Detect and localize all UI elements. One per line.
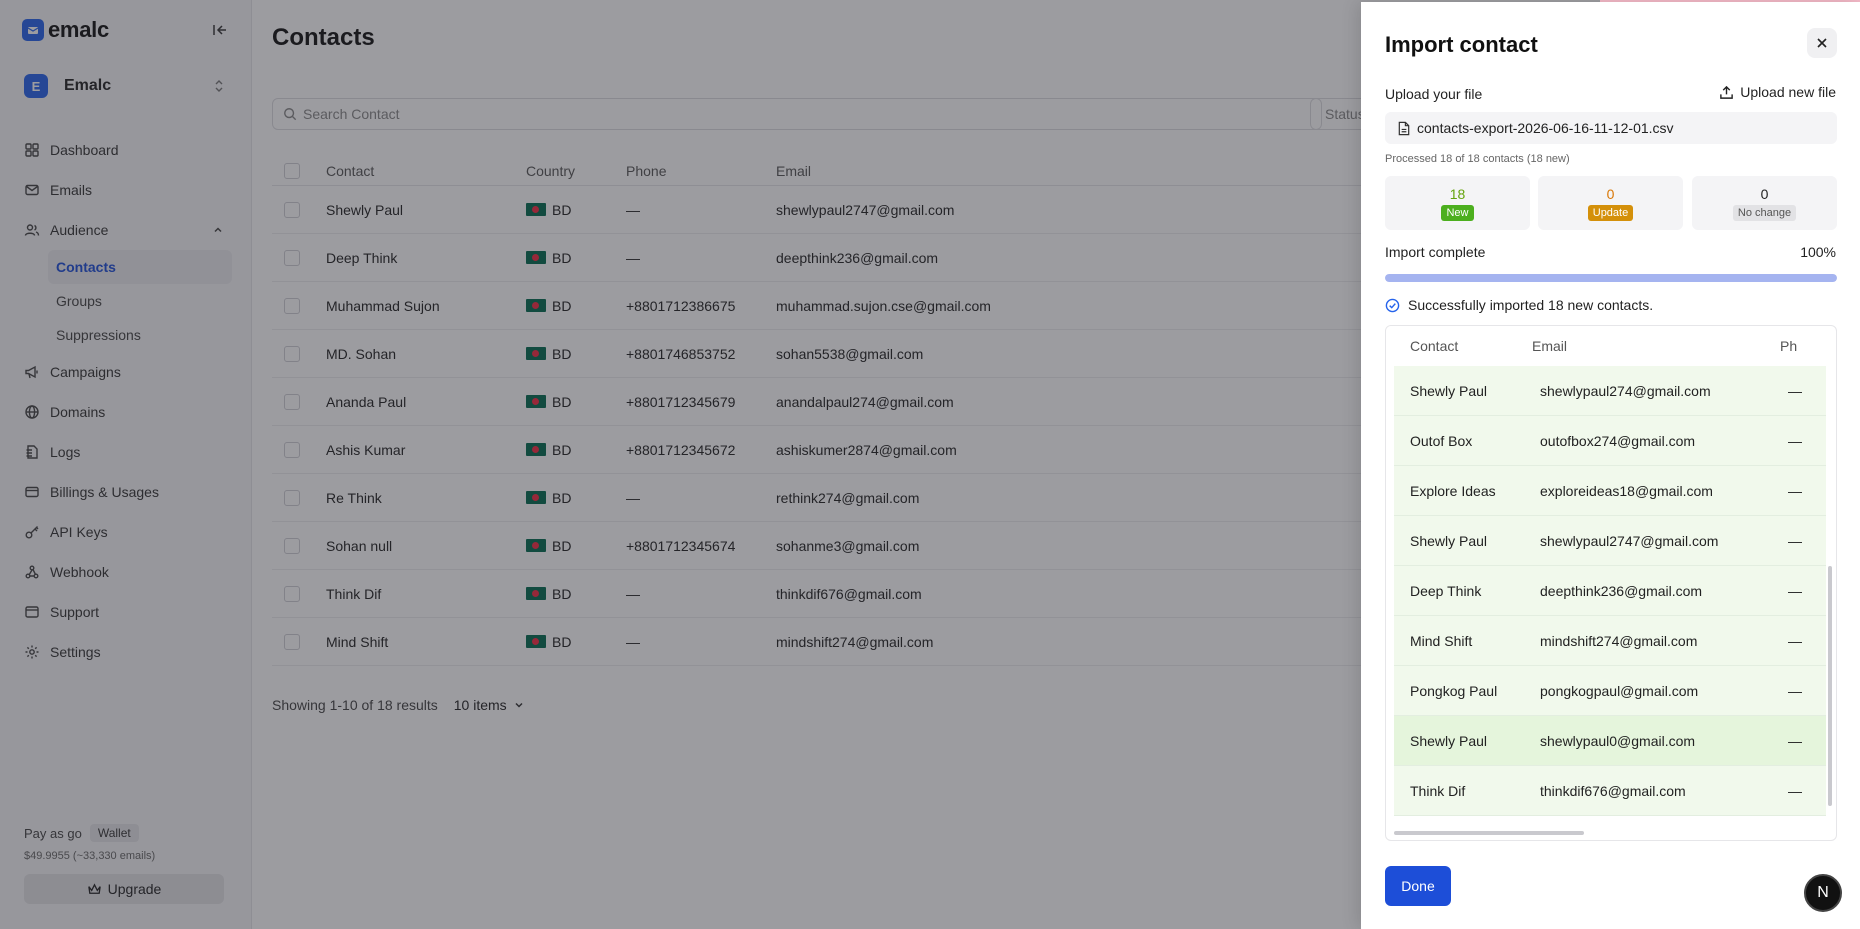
result-row[interactable]: Pongkog Paul pongkogpaul@gmail.com —	[1394, 666, 1826, 716]
result-contact-phone: —	[1788, 482, 1802, 499]
horizontal-scrollbar[interactable]	[1394, 831, 1584, 835]
result-contact-email: shewlypaul2747@gmail.com	[1540, 532, 1719, 549]
result-contact-email: exploreideas18@gmail.com	[1540, 482, 1713, 499]
upload-new-file-button[interactable]: Upload new file	[1719, 84, 1836, 100]
result-row[interactable]: Shewly Paul shewlypaul0@gmail.com —	[1394, 716, 1826, 766]
selected-file: contacts-export-2026-06-16-11-12-01.csv	[1385, 112, 1837, 144]
check-circle-icon	[1385, 298, 1400, 312]
close-icon	[1817, 38, 1827, 48]
success-message: Successfully imported 18 new contacts.	[1385, 297, 1653, 313]
result-contact-email: deepthink236@gmail.com	[1540, 582, 1703, 599]
result-contact-phone: —	[1788, 432, 1802, 449]
file-name: contacts-export-2026-06-16-11-12-01.csv	[1417, 120, 1674, 136]
processed-text: Processed 18 of 18 contacts (18 new)	[1385, 153, 1570, 165]
stat-no-change-value: 0	[1760, 185, 1769, 202]
result-row[interactable]: Deep Think deepthink236@gmail.com —	[1394, 566, 1826, 616]
stat-new-value: 18	[1449, 185, 1466, 202]
result-contact-phone: —	[1788, 732, 1802, 749]
result-row[interactable]: Explore Ideas exploreideas18@gmail.com —	[1394, 466, 1826, 516]
result-contact-name: Outof Box	[1410, 432, 1473, 449]
result-contact-name: Think Dif	[1410, 782, 1466, 799]
result-row[interactable]: Outof Box outofbox274@gmail.com —	[1394, 416, 1826, 466]
result-contact-name: Shewly Paul	[1410, 382, 1488, 399]
result-contact-name: Deep Think	[1410, 582, 1482, 599]
result-contact-name: Pongkog Paul	[1410, 682, 1498, 699]
file-icon	[1398, 121, 1410, 135]
result-contact-name: Shewly Paul	[1410, 732, 1488, 749]
result-contact-email: shewlypaul0@gmail.com	[1540, 732, 1696, 749]
progress-percent: 100%	[1800, 244, 1836, 260]
stat-update-badge: Update	[1587, 204, 1634, 221]
upload-new-file-label: Upload new file	[1740, 84, 1836, 100]
results-column-email: Email	[1532, 338, 1568, 354]
progress-bar	[1385, 274, 1837, 282]
stat-update: 0 Update	[1538, 176, 1683, 230]
progress-fill	[1385, 274, 1837, 282]
results-body: Shewly Paul shewlypaul274@gmail.com — Outof…	[1394, 366, 1826, 820]
done-button[interactable]: Done	[1385, 866, 1451, 906]
import-contact-panel: Import contact Upload your file Upload n…	[1361, 2, 1860, 929]
result-contact-phone: —	[1788, 782, 1802, 799]
result-contact-name: Shewly Paul	[1410, 532, 1488, 549]
result-contact-email: shewlypaul274@gmail.com	[1540, 382, 1711, 399]
upload-label: Upload your file	[1385, 86, 1483, 102]
result-contact-phone: —	[1788, 582, 1802, 599]
result-row[interactable]: Shewly Paul shewlypaul2747@gmail.com —	[1394, 516, 1826, 566]
stat-no-change: 0 No change	[1692, 176, 1837, 230]
result-contact-email: mindshift274@gmail.com	[1540, 632, 1698, 649]
result-contact-phone: —	[1788, 682, 1802, 699]
panel-title: Import contact	[1385, 32, 1538, 57]
result-contact-phone: —	[1788, 632, 1802, 649]
stat-new: 18 New	[1385, 176, 1530, 230]
result-contact-email: pongkogpaul@gmail.com	[1540, 682, 1699, 699]
result-contact-name: Explore Ideas	[1410, 482, 1496, 499]
import-results-table[interactable]: Contact Email Ph Shewly Paul shewlypaul27…	[1385, 325, 1837, 841]
stat-update-value: 0	[1606, 185, 1615, 202]
stat-no-change-badge: No change	[1732, 204, 1797, 221]
results-column-contact: Contact	[1410, 338, 1459, 354]
close-button[interactable]	[1807, 28, 1837, 58]
vertical-scrollbar[interactable]	[1828, 566, 1832, 806]
result-contact-email: outofbox274@gmail.com	[1540, 432, 1696, 449]
result-row[interactable]: Think Dif thinkdif676@gmail.com —	[1394, 766, 1826, 816]
result-row[interactable]: Shewly Paul shewlypaul274@gmail.com —	[1394, 366, 1826, 416]
assistant-badge[interactable]: N	[1804, 874, 1842, 912]
result-contact-email: thinkdif676@gmail.com	[1540, 782, 1686, 799]
result-row[interactable]: Mind Shift mindshift274@gmail.com —	[1394, 616, 1826, 666]
stat-new-badge: New	[1441, 204, 1474, 221]
success-text: Successfully imported 18 new contacts.	[1408, 297, 1654, 313]
result-contact-phone: —	[1788, 532, 1802, 549]
result-contact-phone: —	[1788, 382, 1802, 399]
upload-icon	[1720, 85, 1734, 99]
progress-label: Import complete	[1385, 244, 1486, 260]
results-column-phone: Ph	[1780, 338, 1798, 354]
result-contact-name: Mind Shift	[1410, 632, 1473, 649]
results-header: Contact Email Ph	[1386, 326, 1826, 366]
